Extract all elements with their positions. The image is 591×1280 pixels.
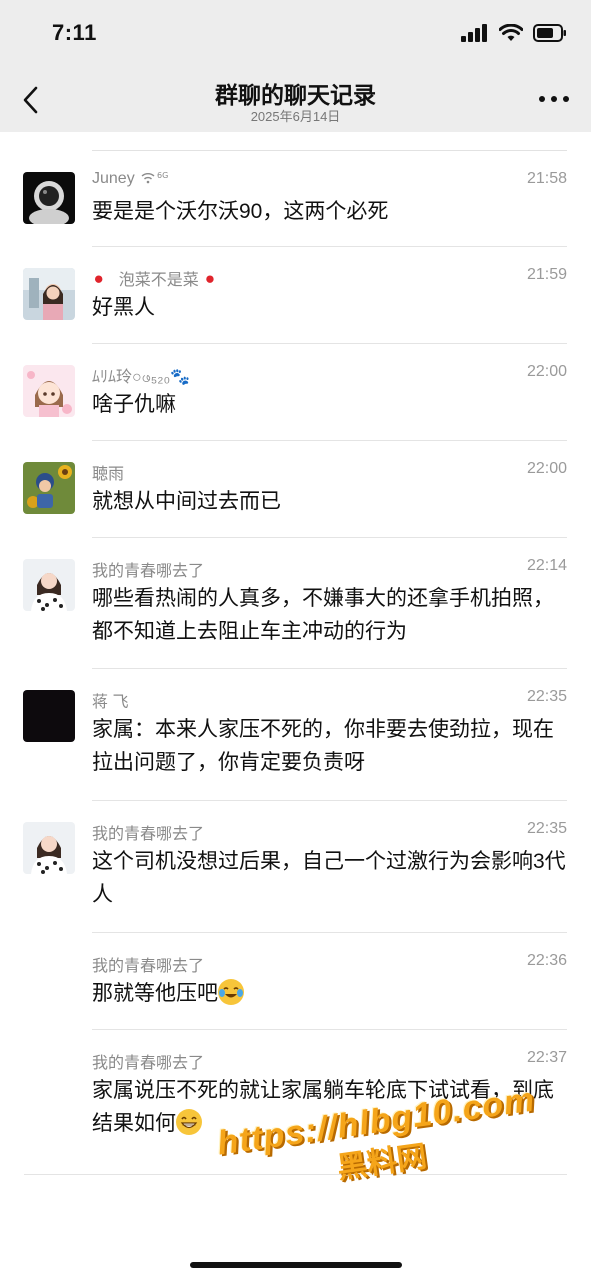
message-text: 好黑人 — [92, 296, 155, 319]
message-time: 22:37 — [526, 1049, 567, 1066]
message-time: 22:35 — [526, 688, 567, 705]
girl-photo-avatar-icon — [23, 268, 75, 320]
status-icons — [461, 24, 567, 42]
balloon-icon: ⚫ — [203, 272, 217, 289]
message-text: 要是是个沃尔沃90，这两个必死 — [92, 200, 389, 223]
divider — [92, 932, 567, 933]
page-title: 群聊的聊天记录 — [215, 82, 376, 108]
message-time: 22:14 — [526, 557, 567, 574]
balloon-icon: ⚫ — [92, 272, 106, 289]
divider — [92, 800, 567, 801]
avatar[interactable] — [23, 365, 75, 417]
top-bar: 7:11 群聊的聊天记录 2025年6月14日 — [0, 0, 591, 132]
status-time: 7:11 — [52, 20, 97, 45]
divider — [92, 440, 567, 441]
grinning-emoji-icon — [176, 1109, 202, 1135]
girl-polka-avatar-icon — [23, 822, 75, 874]
crying-laughing-emoji-icon — [218, 979, 244, 1005]
sender-name: 我的青春哪去了 — [92, 563, 205, 580]
message-text: 就想从中间过去而已 — [92, 490, 281, 513]
wifi-icon — [499, 24, 523, 41]
wifi-6g-icon: 6G — [141, 171, 168, 184]
avatar[interactable] — [23, 690, 75, 742]
girl-polka-avatar-icon — [23, 559, 75, 611]
more-dot-icon — [539, 96, 545, 102]
divider — [92, 246, 567, 247]
chat-date: 2025年6月14日 — [250, 109, 341, 124]
avatar[interactable] — [23, 462, 75, 514]
message-time: 22:00 — [526, 363, 567, 380]
divider — [92, 1029, 567, 1030]
home-indicator[interactable] — [190, 1262, 402, 1268]
sender-name: 我的青春哪去了 — [92, 1055, 205, 1072]
avatar[interactable] — [23, 172, 75, 224]
avatar[interactable] — [23, 559, 75, 611]
sender-name: 聴雨 — [92, 466, 125, 483]
divider — [92, 150, 567, 151]
divider — [92, 668, 567, 669]
more-dot-icon — [551, 96, 557, 102]
message-text: 哪些看热闹的人真多，不嫌事大的还拿手机拍照，都不知道上去阻止车主冲动的行为 — [92, 587, 554, 643]
sender-name: 蒋 飞 — [92, 694, 129, 711]
astronaut-avatar-icon — [23, 172, 75, 224]
sender-name: 我的青春哪去了 — [92, 958, 205, 975]
message-time: 22:35 — [526, 820, 567, 837]
message-text: 那就等他压吧 — [92, 977, 568, 1010]
avatar[interactable] — [23, 268, 75, 320]
avatar[interactable] — [23, 822, 75, 874]
divider — [92, 343, 567, 344]
message-time: 21:59 — [526, 266, 567, 283]
more-button[interactable] — [539, 96, 569, 106]
sender-name: ﾑﾘﾑ玲○ဖ₅₂₀🐾 — [92, 369, 191, 386]
sender-name: 我的青春哪去了 — [92, 826, 205, 843]
sender-name: Juney 6G — [92, 170, 173, 188]
svg-text:6G: 6G — [157, 171, 168, 180]
message-time: 22:36 — [526, 952, 567, 969]
cartoon-girl-avatar-icon — [23, 365, 75, 417]
message-text: 这个司机没想过后果，自己一个过激行为会影响3代人 — [92, 850, 566, 906]
message-time: 21:58 — [526, 170, 567, 187]
signal-icon — [461, 24, 487, 42]
sender-name: ⚫ 泡菜不是菜 ⚫ — [92, 272, 217, 289]
divider — [92, 537, 567, 538]
message-text: 家属：本来人家压不死的，你非要去使劲拉，现在拉出问题了，你肯定要负责呀 — [92, 718, 554, 774]
more-dot-icon — [563, 96, 569, 102]
boy-sunflower-avatar-icon — [23, 462, 75, 514]
message-text: 啥子仇嘛 — [92, 393, 176, 416]
battery-icon — [533, 24, 566, 42]
message-time: 22:00 — [526, 460, 567, 477]
